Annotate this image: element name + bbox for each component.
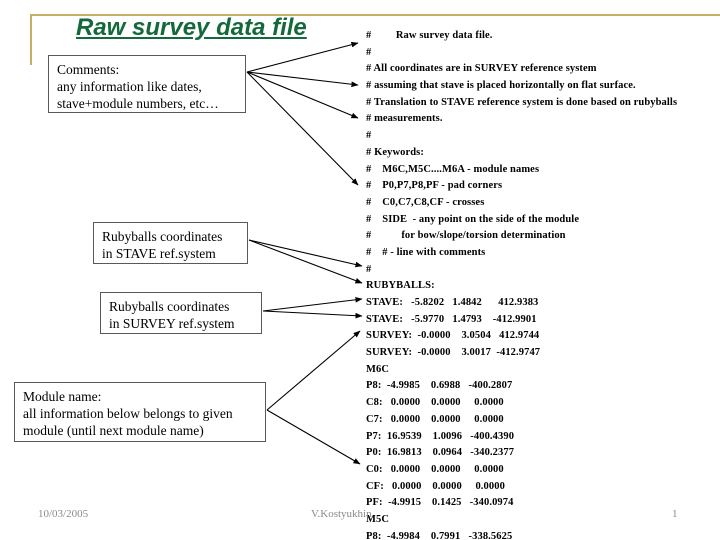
arrow-comments-to-header xyxy=(246,41,359,73)
slide-canvas: Raw survey data file Comments: any infor… xyxy=(0,0,720,540)
accent-rule-vertical xyxy=(30,14,32,65)
listing-line: # M6C,M5C....M6A - module names xyxy=(366,163,540,175)
callout-comments-line-2: any information like dates, xyxy=(57,79,202,94)
listing-line: M5C xyxy=(366,513,390,525)
listing-line: # xyxy=(366,130,372,142)
listing-line: # # - line with comments xyxy=(366,246,486,258)
listing-line: SURVEY: -0.0000 3.0017 -412.9747 xyxy=(366,347,541,359)
listing-line: SURVEY: -0.0000 3.0504 412.9744 xyxy=(366,330,540,342)
listing-line: # for bow/slope/torsion determination xyxy=(366,230,566,242)
listing-line: STAVE: -5.8202 1.4842 412.9383 xyxy=(366,297,539,308)
callout-comments-line-3: stave+module numbers, etc… xyxy=(57,96,219,111)
arrow-survey-to-survey-line-1 xyxy=(262,296,363,312)
listing-line: # P0,P7,P8,PF - pad corners xyxy=(366,180,503,192)
callout-rubyballs-survey-line-1: Rubyballs coordinates xyxy=(109,299,230,314)
listing-line: # xyxy=(366,46,372,58)
listing-line: P8: -4.9984 0.7991 -338.5625 xyxy=(366,530,513,540)
callout-module-name: Module name: all information below belon… xyxy=(14,382,266,442)
footer-page-number: 1 xyxy=(672,508,678,520)
arrow-comments-to-crosses xyxy=(246,71,359,186)
listing-line: RUBYBALLS: xyxy=(366,280,435,292)
listing-line: P7: 16.9539 1.0096 -400.4390 xyxy=(366,430,515,442)
listing-line: CF: 0.0000 0.0000 0.0000 xyxy=(366,480,505,492)
footer-author: V.Kostyukhin xyxy=(311,508,372,520)
listing-line: P0: 16.9813 0.0964 -340.2377 xyxy=(366,447,515,459)
arrow-survey-to-survey-line-2 xyxy=(262,310,363,319)
callout-rubyballs-survey: Rubyballs coordinates in SURVEY ref.syst… xyxy=(100,292,262,334)
listing-line: PF: -4.9915 0.1425 -340.0974 xyxy=(366,497,514,509)
callout-rubyballs-survey-line-2: in SURVEY ref.system xyxy=(109,316,235,331)
listing-line: M6C xyxy=(366,363,390,375)
page-title: Raw survey data file xyxy=(76,14,307,41)
listing-line: # SIDE - any point on the side of the mo… xyxy=(366,213,580,225)
listing-line: C7: 0.0000 0.0000 0.0000 xyxy=(366,413,504,425)
listing-line: # xyxy=(366,263,372,275)
arrow-stave-to-stave-line-2 xyxy=(248,239,363,284)
listing-line: C8: 0.0000 0.0000 0.0000 xyxy=(366,397,504,409)
callout-rubyballs-stave-line-1: Rubyballs coordinates xyxy=(102,229,223,244)
listing-line: # Translation to STAVE reference system … xyxy=(366,96,678,108)
raw-survey-file-listing: # Raw survey data file. # # All coordinate… xyxy=(366,28,716,540)
listing-line: # All coordinates are in SURVEY referenc… xyxy=(366,63,597,75)
listing-line: # Keywords: xyxy=(366,146,424,158)
callout-module-name-line-2: all information below belongs to given xyxy=(23,406,233,421)
listing-line: # Raw survey data file. xyxy=(366,30,493,41)
callout-rubyballs-stave: Rubyballs coordinates in STAVE ref.syste… xyxy=(93,222,248,264)
listing-line: STAVE: -5.9770 1.4793 -412.9901 xyxy=(366,313,537,325)
callout-module-name-line-1: Module name: xyxy=(23,389,102,404)
listing-line: # C0,C7,C8,CF - crosses xyxy=(366,196,485,208)
listing-line: P8: -4.9985 0.6988 -400.2807 xyxy=(366,380,513,392)
listing-line: # measurements. xyxy=(366,113,443,125)
arrow-comments-to-assuming xyxy=(246,71,359,88)
listing-line: C0: 0.0000 0.0000 0.0000 xyxy=(366,463,504,475)
arrow-comments-to-measurements xyxy=(246,71,359,119)
arrow-module-to-m6c xyxy=(266,330,361,411)
callout-module-name-line-3: module (until next module name) xyxy=(23,423,204,438)
listing-line: # assuming that stave is placed horizont… xyxy=(366,80,636,92)
callout-comments: Comments: any information like dates, st… xyxy=(48,55,246,113)
callout-rubyballs-stave-line-2: in STAVE ref.system xyxy=(102,246,216,261)
arrow-module-to-m5c xyxy=(266,409,361,465)
arrow-stave-to-stave-line-1 xyxy=(248,239,363,268)
footer-date: 10/03/2005 xyxy=(38,508,89,520)
callout-comments-line-1: Comments: xyxy=(57,62,120,77)
